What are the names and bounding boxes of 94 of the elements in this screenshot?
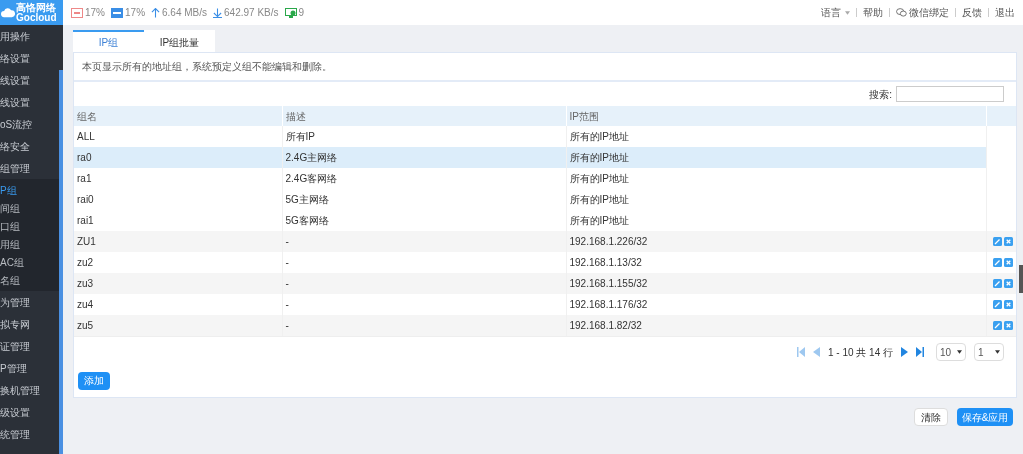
notice-text: 本页显示所有的地址组，系统预定义组不能编辑和删除。 [74,53,1016,82]
table-cell: zu3 [74,273,282,294]
menu-link[interactable]: 语言 [821,5,850,20]
table-cell: 所有的IP地址 [566,210,986,231]
next-page-icon[interactable] [901,347,908,357]
sidebar-item[interactable]: 为管理 [0,291,63,313]
previous-page-icon[interactable] [812,347,820,357]
logo-name: 高恪网络 [16,2,57,13]
download-arrow-icon [213,7,223,18]
cloud-icon [1,7,15,18]
sidebar-item[interactable]: P管理 [0,357,63,379]
edit-icon[interactable] [993,321,1002,330]
table-cell: - [282,273,566,294]
status-value: 17% [85,6,105,20]
table-cell: 192.168.1.176/32 [566,294,986,315]
table-cell: 所有的IP地址 [566,126,986,147]
table-cell: ZU1 [74,231,282,252]
table-cell: rai0 [74,189,282,210]
monitor-icon [284,7,297,18]
table-cell: - [282,294,566,315]
table-cell: zu4 [74,294,282,315]
table-cell: - [282,231,566,252]
table-cell: ra0 [74,147,282,168]
sidebar-item[interactable]: 络设置 [0,47,63,69]
edit-icon[interactable] [993,237,1002,246]
first-page-icon[interactable] [796,347,805,357]
tab[interactable]: IP组批量 [144,30,215,52]
tab[interactable]: IP组 [73,30,144,52]
table-cell: 所有IP [282,126,566,147]
table-cell: 2.4G主网络 [282,147,566,168]
table-cell: ra1 [74,168,282,189]
sidebar-subitem[interactable]: 间组 [0,199,63,217]
sidebar-item[interactable]: oS流控 [0,113,63,135]
sidebar-subitem[interactable]: 名组 [0,271,63,289]
sidebar-item[interactable]: 线设置 [0,69,63,91]
table-cell: zu5 [74,315,282,336]
search-field[interactable] [896,86,1004,102]
sidebar-item[interactable]: 级设置 [0,401,63,423]
table-cell: 所有的IP地址 [566,189,986,210]
sidebar-item[interactable]: 统管理 [0,423,63,445]
status-value: 9 [298,6,305,20]
search-label: 搜索: [869,87,892,102]
table-cell: 5G主网络 [282,189,566,210]
table-cell: zu2 [74,252,282,273]
memory-icon [111,7,123,18]
edit-icon[interactable] [993,279,1002,288]
page-select[interactable]: 1 [974,343,1004,361]
sidebar-item[interactable]: 用操作 [0,25,63,47]
sidebar-subitem[interactable]: AC组 [0,253,63,271]
sidebar-subitem[interactable]: P组 [0,181,63,199]
sidebar-item[interactable]: 换机管理 [0,379,63,401]
sidebar-subitem[interactable]: 用组 [0,235,63,253]
table-cell: 192.168.1.226/32 [566,231,986,252]
edit-icon[interactable] [993,300,1002,309]
delete-icon[interactable] [1004,321,1013,330]
sidebar-item[interactable]: 线设置 [0,91,63,113]
table-cell: 192.168.1.82/32 [566,315,986,336]
menu-link[interactable]: 退出 [995,5,1015,20]
table-cell: - [282,315,566,336]
table-cell: 所有的IP地址 [566,168,986,189]
table-cell: - [282,252,566,273]
sidebar-item[interactable]: 拟专网 [0,313,63,335]
table-cell: 192.168.1.13/32 [566,252,986,273]
delete-icon[interactable] [1004,258,1013,267]
upload-arrow-icon [151,7,161,18]
clear-button[interactable]: 清除 [914,408,948,426]
sidebar-item[interactable]: 证管理 [0,335,63,357]
caret-icon [957,350,962,354]
status-value: 6.64 MB/s [162,6,208,20]
menu-link[interactable]: 反馈 [962,5,982,20]
sidebar-item[interactable]: 络安全 [0,135,63,157]
status-value: 17% [125,6,146,20]
sidebar-item[interactable]: 组管理 [0,157,63,179]
menu-link[interactable]: 帮助 [863,5,883,20]
page-size-select[interactable]: 10 [936,343,966,361]
table-cell: ALL [74,126,282,147]
last-page-icon[interactable] [916,347,924,357]
page-range: 1 - 10 共 14 行 [827,345,893,360]
logo: 高恪网络 Gocloud [0,0,63,25]
delete-icon[interactable] [1004,279,1013,288]
delete-icon[interactable] [1004,300,1013,309]
table-cell: 5G客网络 [282,210,566,231]
chat-bubbles-icon [896,8,907,17]
table-cell: rai1 [74,210,282,231]
caret-icon [995,350,1000,354]
delete-icon[interactable] [1004,237,1013,246]
menu-link[interactable]: 微信绑定 [896,5,949,20]
cpu-icon [71,7,83,18]
status-value: 642.97 KB/s [224,6,279,20]
table-cell: 所有的IP地址 [566,147,986,168]
edit-icon[interactable] [993,258,1002,267]
sidebar-subitem[interactable]: 口组 [0,217,63,235]
table-cell: 192.168.1.155/32 [566,273,986,294]
table-cell: 2.4G客网络 [282,168,566,189]
